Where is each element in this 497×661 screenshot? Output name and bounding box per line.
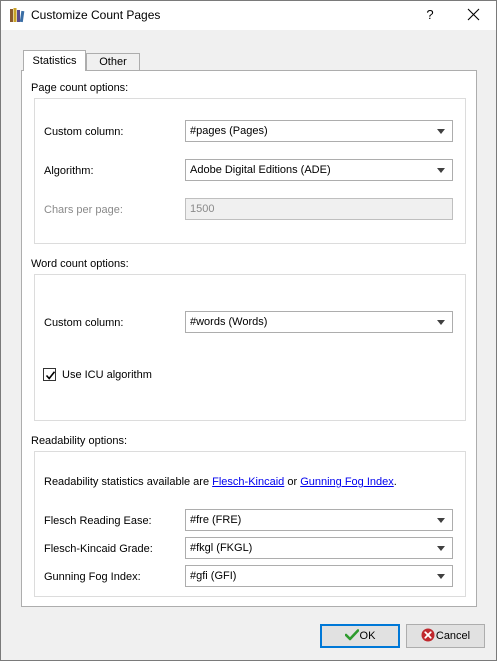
- fkgl-label: Flesch-Kincaid Grade:: [44, 543, 153, 555]
- chars-per-page-label: Chars per page:: [44, 204, 123, 216]
- chevron-down-icon: [437, 168, 445, 173]
- chevron-down-icon: [437, 320, 445, 325]
- readability-info-text: Readability statistics available are Fle…: [44, 476, 397, 488]
- fre-select[interactable]: #fre (FRE): [185, 509, 453, 531]
- readability-info-or: or: [284, 476, 301, 488]
- calibre-books-icon: [9, 7, 25, 23]
- cancel-icon: [421, 628, 435, 642]
- fkgl-value: #fkgl (FKGL): [190, 542, 253, 554]
- readability-info-suffix: .: [393, 476, 397, 488]
- word-count-group: [34, 274, 466, 421]
- gfi-select[interactable]: #gfi (GFI): [185, 565, 453, 587]
- word-count-section-label: Word count options:: [31, 258, 129, 270]
- checkmark-icon: [344, 629, 359, 641]
- algorithm-label: Algorithm:: [44, 165, 94, 177]
- checkmark-icon: [45, 371, 56, 380]
- readability-info-prefix: Readability statistics available are: [44, 476, 213, 488]
- cancel-button-label: Cancel: [435, 630, 471, 642]
- icu-algorithm-checkbox[interactable]: [43, 368, 56, 381]
- fkgl-select[interactable]: #fkgl (FKGL): [185, 537, 453, 559]
- window-title: Customize Count Pages: [31, 8, 161, 22]
- algorithm-select[interactable]: Adobe Digital Editions (ADE): [185, 159, 453, 181]
- readability-section-label: Readability options:: [31, 435, 128, 447]
- help-button[interactable]: ?: [420, 0, 440, 30]
- word-custom-column-label: Custom column:: [44, 317, 124, 329]
- flesch-kincaid-link[interactable]: Flesch-Kincaid: [212, 476, 284, 488]
- ok-button-label: OK: [359, 630, 376, 642]
- chevron-down-icon: [437, 546, 445, 551]
- fre-label: Flesch Reading Ease:: [44, 515, 152, 527]
- title-bar: Customize Count Pages ?: [0, 0, 497, 30]
- word-custom-column-value: #words (Words): [190, 316, 268, 328]
- page-custom-column-value: #pages (Pages): [190, 125, 268, 137]
- cancel-button[interactable]: Cancel: [406, 624, 485, 648]
- algorithm-value: Adobe Digital Editions (ADE): [190, 164, 331, 176]
- page-custom-column-select[interactable]: #pages (Pages): [185, 120, 453, 142]
- gfi-label: Gunning Fog Index:: [44, 571, 141, 583]
- gunning-fog-link[interactable]: Gunning Fog Index: [300, 476, 394, 488]
- close-button[interactable]: [455, 0, 493, 30]
- chevron-down-icon: [437, 518, 445, 523]
- page-custom-column-label: Custom column:: [44, 126, 124, 138]
- ok-button[interactable]: OK: [320, 624, 400, 648]
- page-count-section-label: Page count options:: [31, 82, 129, 94]
- icu-algorithm-label[interactable]: Use ICU algorithm: [62, 369, 152, 381]
- gfi-value: #gfi (GFI): [190, 570, 237, 582]
- tab-statistics[interactable]: Statistics: [23, 50, 86, 71]
- word-custom-column-select[interactable]: #words (Words): [185, 311, 453, 333]
- chevron-down-icon: [437, 574, 445, 579]
- chevron-down-icon: [437, 129, 445, 134]
- fre-value: #fre (FRE): [190, 514, 242, 526]
- tab-other[interactable]: Other: [86, 53, 140, 71]
- chars-per-page-field: 1500: [185, 198, 453, 220]
- close-icon: [467, 8, 480, 21]
